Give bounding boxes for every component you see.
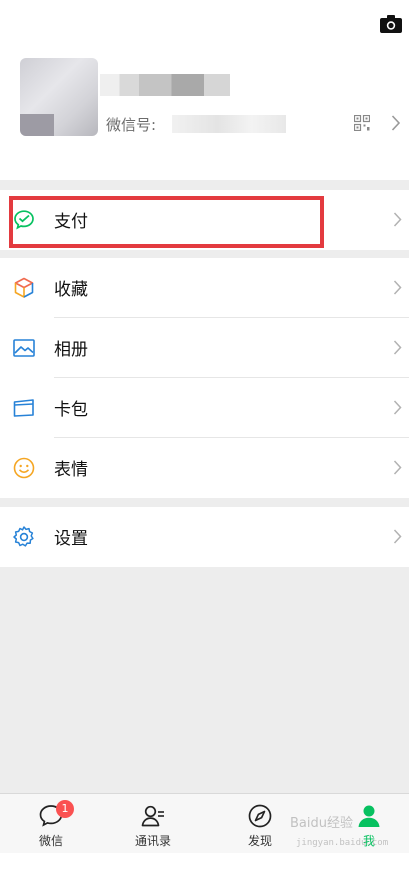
wechat-id-blurred [172, 115, 286, 133]
menu-item-favorites-label: 收藏 [54, 280, 88, 300]
menu-item-cards-label: 卡包 [54, 400, 88, 420]
chevron-right-icon [393, 529, 402, 544]
chevron-right-icon [391, 115, 401, 131]
menu-item-cards[interactable]: 卡包 [0, 378, 409, 438]
bottom-safe-area [0, 853, 409, 873]
person-icon [358, 805, 380, 827]
nickname-blurred [100, 74, 230, 96]
chevron-right-icon [393, 400, 402, 415]
menu-item-album-label: 相册 [54, 340, 88, 360]
chevron-right-icon [393, 212, 402, 227]
tab-chats[interactable]: 1 微信 [0, 794, 102, 854]
settings-gear-icon [13, 526, 34, 547]
highlight-box [9, 196, 324, 248]
menu-item-settings[interactable]: 设置 [0, 507, 409, 567]
menu-item-favorites[interactable]: 收藏 [0, 258, 409, 318]
menu-item-stickers[interactable]: 表情 [0, 438, 409, 498]
chevron-right-icon [393, 280, 402, 295]
chevron-right-icon [393, 460, 402, 475]
favorites-cube-icon [14, 277, 34, 298]
tab-contacts-label: 通讯录 [134, 834, 171, 848]
menu-item-album[interactable]: 相册 [0, 318, 409, 378]
sticker-smiley-icon [13, 457, 35, 479]
tab-contacts[interactable]: 通讯录 [102, 794, 204, 854]
unread-badge: 1 [56, 800, 74, 818]
chevron-right-icon [393, 340, 402, 355]
qr-code-icon[interactable] [354, 115, 370, 131]
wechat-id-label: 微信号: [106, 116, 157, 134]
card-wallet-icon [13, 399, 34, 417]
menu-group-settings: 设置 [0, 507, 409, 567]
watermark-subtext: jingyan.baidu.com [296, 838, 389, 848]
menu-group-main: 收藏 相册 卡包 表情 [0, 258, 409, 498]
menu-item-settings-label: 设置 [54, 529, 88, 549]
tab-chats-label: 微信 [38, 834, 63, 848]
avatar[interactable] [20, 58, 98, 136]
contacts-icon [141, 805, 164, 827]
menu-item-stickers-label: 表情 [54, 460, 88, 480]
compass-icon [248, 804, 272, 828]
watermark-text: Baidu经验 [290, 816, 353, 831]
album-photo-icon [13, 339, 35, 357]
profile-header[interactable]: 微信号: [0, 0, 409, 180]
camera-icon[interactable] [380, 15, 402, 33]
